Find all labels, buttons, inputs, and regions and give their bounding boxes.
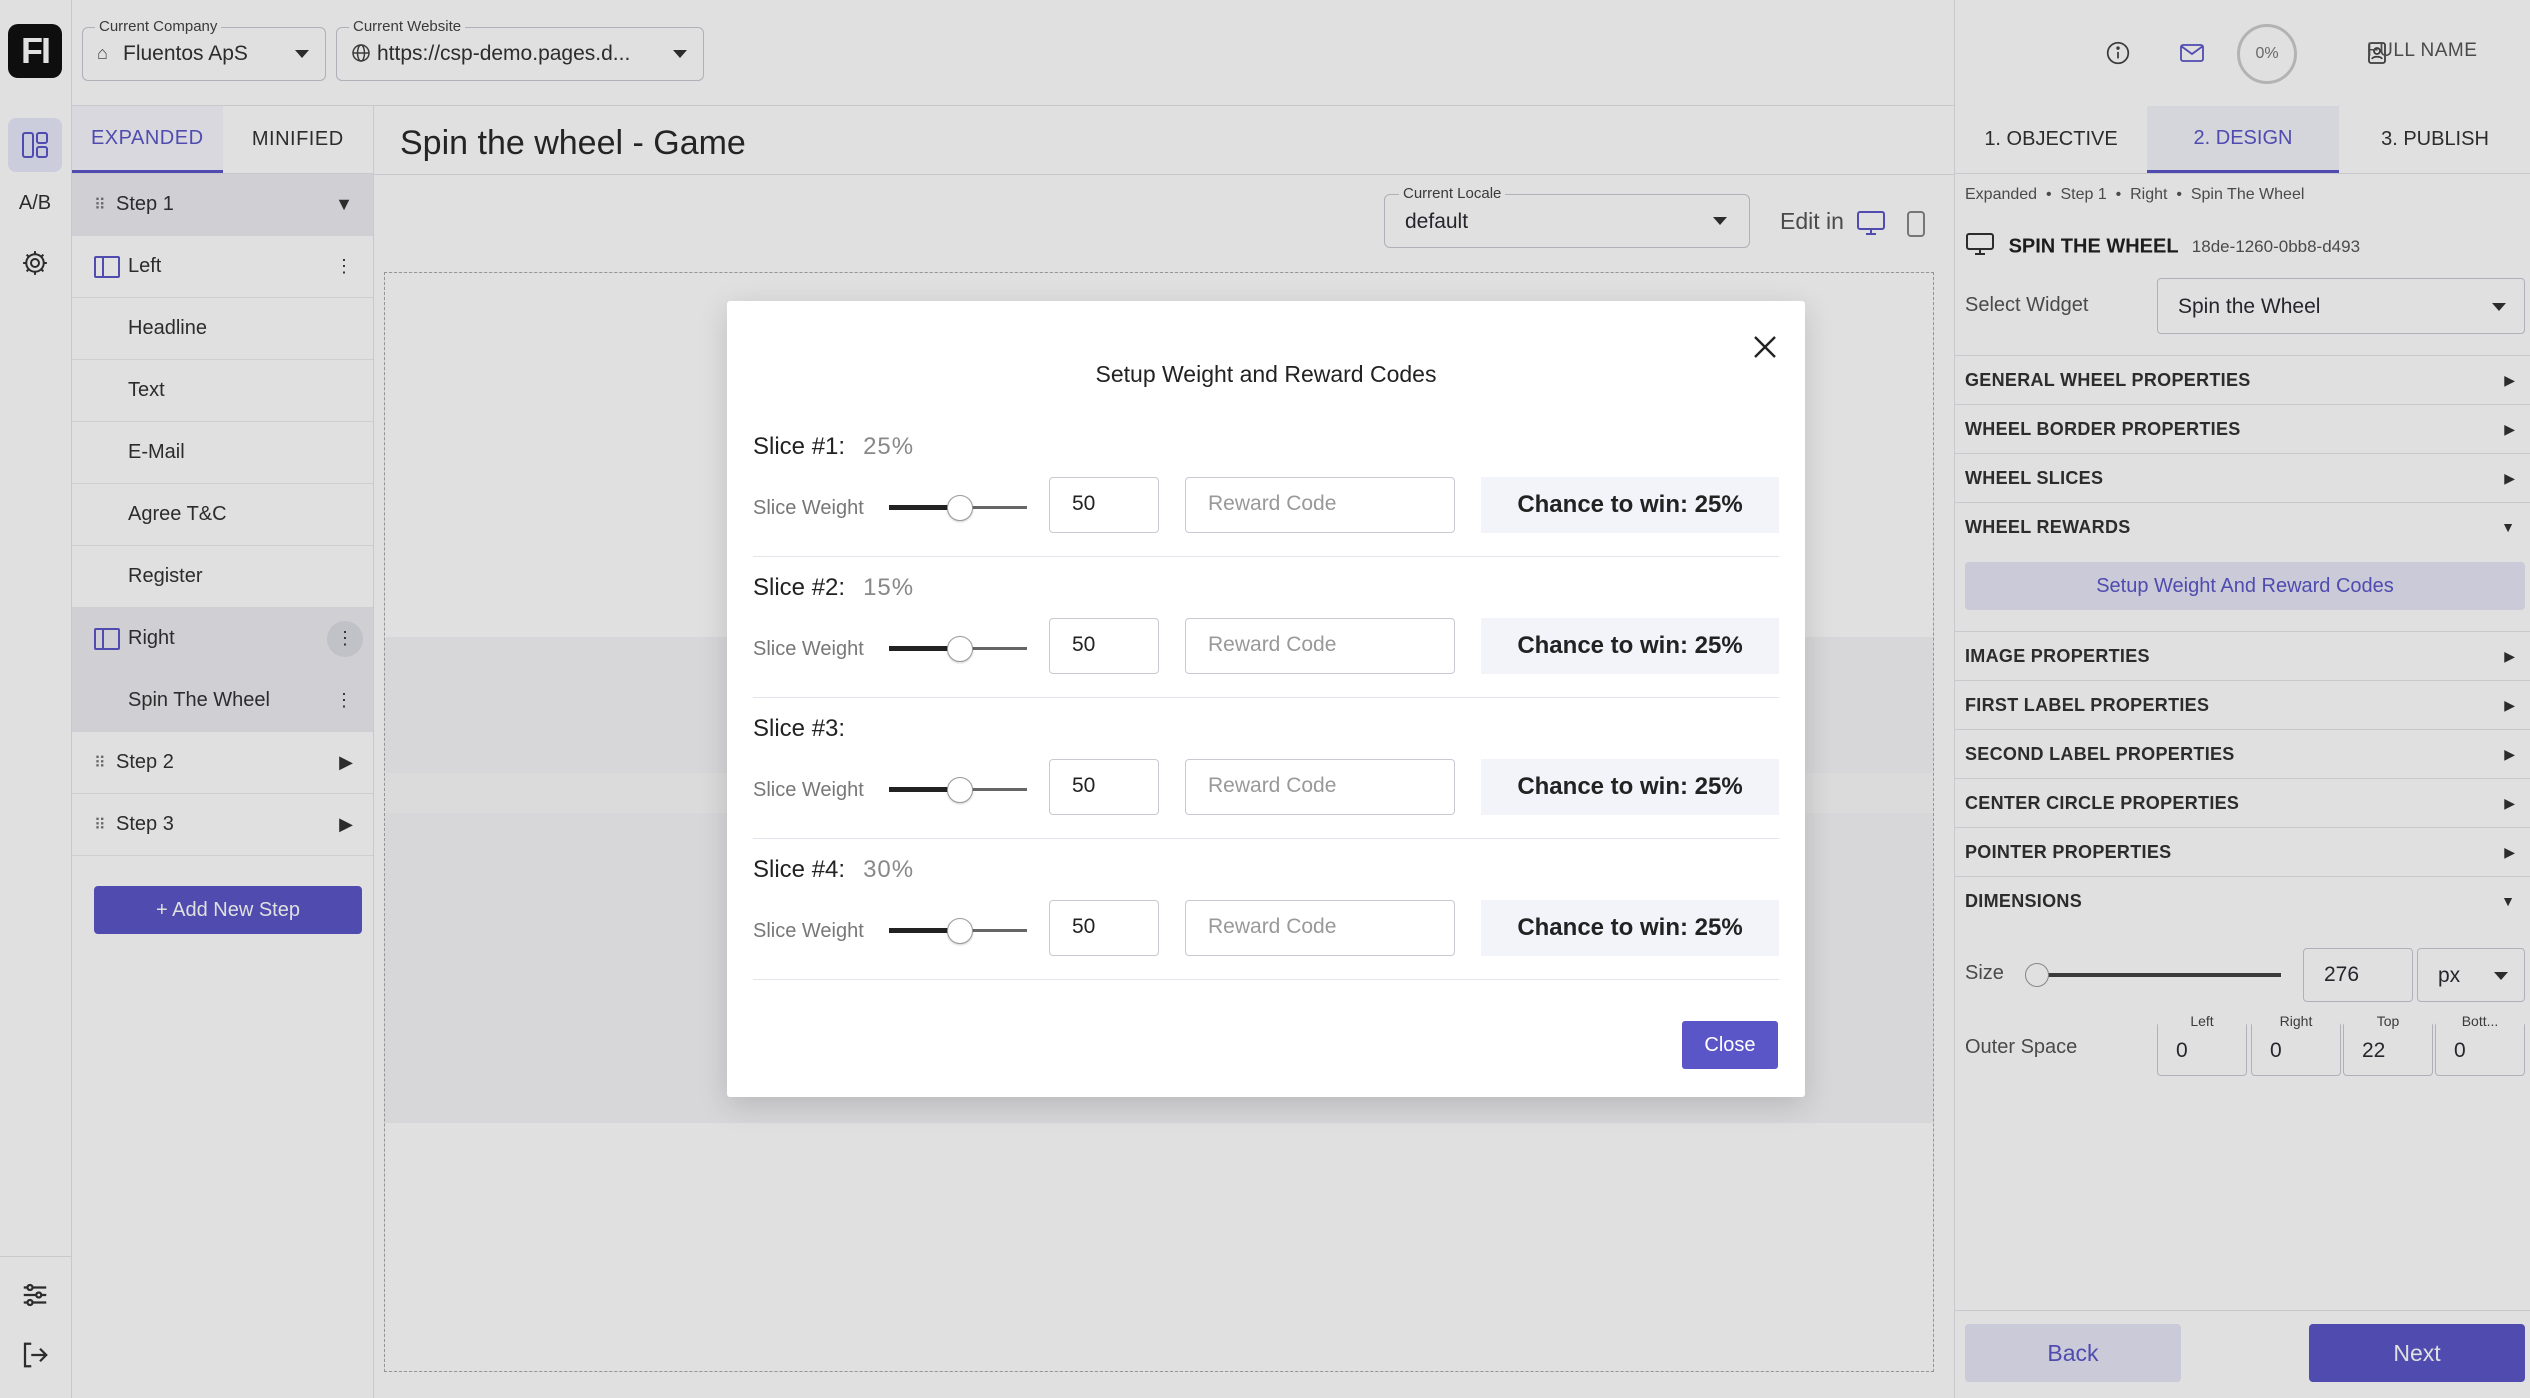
setup-weight-modal: Setup Weight and Reward Codes Slice #1: 2… (727, 301, 1805, 1097)
slice-row: Slice #4: 30% Slice Weight 50 Reward Code… (753, 840, 1779, 980)
slice-percent: 15% (863, 574, 915, 601)
slice-row: Slice #3: Slice Weight 50 Reward Code Ch… (753, 699, 1779, 839)
slice-weight-label: Slice Weight (753, 920, 864, 942)
weight-input[interactable]: 50 (1049, 618, 1159, 674)
weight-slider-handle[interactable] (947, 918, 973, 944)
reward-code-input[interactable]: Reward Code (1185, 900, 1455, 956)
modal-title: Setup Weight and Reward Codes (1095, 361, 1437, 387)
weight-slider-handle[interactable] (947, 636, 973, 662)
weight-input[interactable]: 50 (1049, 759, 1159, 815)
slice-weight-label: Slice Weight (753, 638, 864, 660)
weight-slider-handle[interactable] (947, 495, 973, 521)
reward-code-input[interactable]: Reward Code (1185, 477, 1455, 533)
slice-name: Slice #4: (753, 856, 846, 883)
chance-to-win: Chance to win: 25% (1481, 900, 1779, 956)
close-icon[interactable] (1743, 325, 1787, 369)
weight-input[interactable]: 50 (1049, 477, 1159, 533)
slice-name: Slice #2: (753, 574, 846, 601)
reward-code-input[interactable]: Reward Code (1185, 618, 1455, 674)
slice-heading: Slice #4: 30% (753, 856, 914, 884)
chance-to-win: Chance to win: 25% (1481, 477, 1779, 533)
slice-heading: Slice #1: 25% (753, 433, 914, 461)
slice-row: Slice #2: 15% Slice Weight 50 Reward Code… (753, 558, 1779, 698)
slice-row: Slice #1: 25% Slice Weight 50 Reward Code… (753, 417, 1779, 557)
close-button[interactable]: Close (1682, 1021, 1778, 1069)
slice-percent: 25% (863, 433, 915, 460)
slice-weight-label: Slice Weight (753, 497, 864, 519)
slice-percent: 30% (863, 856, 915, 883)
slice-name: Slice #1: (753, 433, 846, 460)
reward-code-input[interactable]: Reward Code (1185, 759, 1455, 815)
chance-to-win: Chance to win: 25% (1481, 618, 1779, 674)
slice-weight-label: Slice Weight (753, 779, 864, 801)
weight-slider-handle[interactable] (947, 777, 973, 803)
slice-heading: Slice #2: 15% (753, 574, 914, 602)
weight-input[interactable]: 50 (1049, 900, 1159, 956)
slice-heading: Slice #3: (753, 715, 863, 743)
slice-name: Slice #3: (753, 715, 846, 742)
chance-to-win: Chance to win: 25% (1481, 759, 1779, 815)
